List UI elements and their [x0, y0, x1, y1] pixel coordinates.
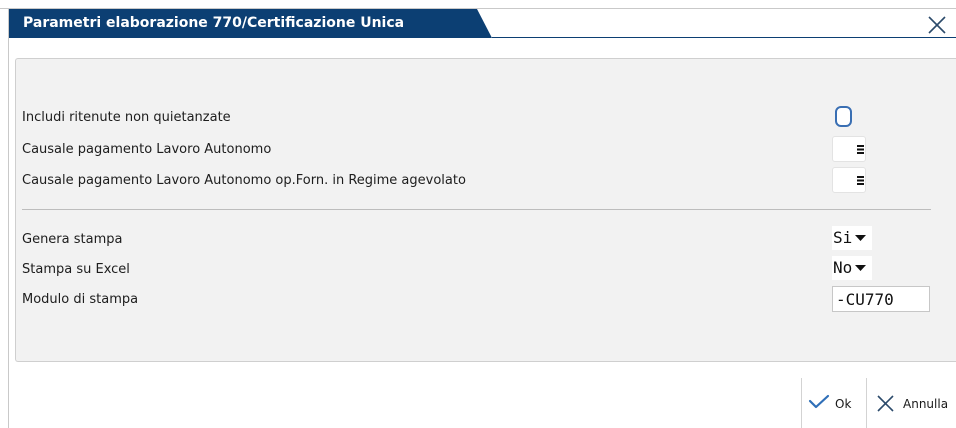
stampa-excel-label: Stampa su Excel [22, 262, 130, 277]
genera-stampa-select[interactable]: Si [832, 226, 872, 250]
genera-stampa-value: Si [833, 228, 853, 247]
ok-label: Ok [835, 397, 852, 411]
x-icon [877, 395, 894, 412]
includi-ritenute-label: Includi ritenute non quietanzate [22, 110, 231, 125]
checkmark-icon [808, 394, 830, 409]
dialog-title-tab: Parametri elaborazione 770/Certificazion… [9, 9, 492, 38]
dialog-title: Parametri elaborazione 770/Certificazion… [23, 15, 405, 31]
caret-down-icon [855, 235, 866, 241]
window-left-border [8, 8, 9, 428]
parameters-panel [15, 58, 956, 362]
close-button[interactable] [926, 14, 948, 36]
caret-down-icon [855, 265, 866, 271]
modulo-stampa-label: Modulo di stampa [22, 292, 139, 307]
modulo-stampa-value: -CU770 [836, 290, 894, 309]
causale-regime-agevolato-lookup[interactable] [832, 167, 866, 193]
toolbar-separator [866, 378, 867, 428]
stampa-excel-value: No [833, 258, 853, 277]
cancel-button[interactable]: Annulla [875, 392, 956, 416]
causale-lavoro-autonomo-lookup[interactable] [832, 136, 866, 162]
modulo-stampa-input[interactable]: -CU770 [832, 286, 930, 312]
cancel-label: Annulla [903, 397, 949, 411]
section-divider [22, 209, 931, 210]
stampa-excel-select[interactable]: No [832, 256, 872, 280]
causale-regime-agevolato-label: Causale pagamento Lavoro Autonomo op.For… [22, 173, 466, 188]
window-top-border [0, 8, 956, 9]
ok-button[interactable]: Ok [808, 392, 862, 416]
genera-stampa-label: Genera stampa [22, 232, 123, 247]
title-underline [492, 37, 956, 38]
causale-lavoro-autonomo-label: Causale pagamento Lavoro Autonomo [22, 142, 272, 157]
toolbar-separator [801, 378, 802, 428]
includi-ritenute-checkbox[interactable] [835, 106, 852, 127]
menu-lines-icon [857, 145, 864, 154]
menu-lines-icon [857, 176, 864, 185]
close-icon [928, 16, 946, 34]
